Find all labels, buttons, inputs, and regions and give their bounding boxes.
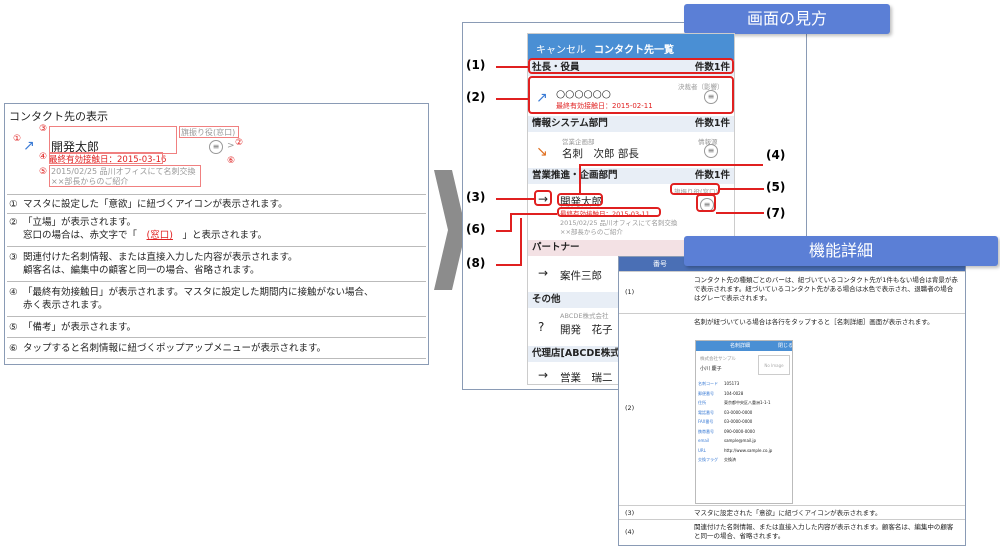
- marker-2: ②: [235, 138, 244, 148]
- desc-row-1: ① マスタに設定した「意欲」に紐づくアイコンが表示されます。: [9, 199, 288, 210]
- label-8: (8): [466, 256, 486, 270]
- note-line-2: ××部長からのご紹介: [51, 177, 129, 186]
- callout-1-box: [528, 58, 734, 74]
- section-bar-sales: 営業推進・企画部門 件数1件: [528, 168, 734, 184]
- section-bar-it: 情報システム部門 件数1件: [528, 116, 734, 132]
- marker-4: ④: [39, 152, 48, 162]
- marker-1: ①: [13, 134, 22, 144]
- table-row: (1) コンタクト先の種類ごとのバーは、紐づいているコンタクト先が1件もない場合…: [619, 271, 965, 313]
- table-row: (2) 名刺が紐づいている場合は各行をタップすると［名刺詳細］画面が表示されます…: [619, 313, 965, 505]
- screen-title: コンタクト先一覧: [594, 45, 674, 56]
- desc-row-4: ④ 「最終有効接触日」が表示されます。マスタに設定した期間内に接触がない場合、 赤く…: [9, 287, 374, 311]
- label-5: (5): [766, 180, 786, 194]
- table-row: (3) マスタに設定された「意欲」に紐づくアイコンが表示されます。: [619, 505, 965, 519]
- desc-row-6: ⑥ タップすると名刺情報に紐づくポップアップメニューが表示されます。: [9, 343, 327, 354]
- menu-icon[interactable]: ≡: [209, 140, 223, 154]
- cancel-button[interactable]: キャンセル: [536, 41, 586, 56]
- marker-5: ⑤: [39, 167, 48, 177]
- question-icon: ?: [538, 320, 545, 334]
- label-7: (7): [766, 206, 786, 220]
- label-6: (6): [466, 222, 486, 236]
- callout-2-box: [528, 76, 734, 114]
- phone-topbar: キャンセル コンタクト先一覧: [528, 34, 734, 60]
- menu-icon[interactable]: ≡: [704, 144, 718, 158]
- contact-display-panel: コンタクト先の表示 ① ↗ ③ 開発太郎 旗振り役(窓口) ④ 最終有効接触日：…: [4, 103, 429, 365]
- screen-view-header: 画面の見方: [684, 4, 890, 34]
- label-2: (2): [466, 90, 486, 104]
- table-row: (4) 関連付けた名刺情報、または直接入力した内容が表示されます。顧客名は、編集…: [619, 519, 965, 545]
- panel-title: コンタクト先の表示: [9, 110, 108, 123]
- feature-detail-header: 機能詳細: [684, 236, 998, 266]
- chevron-right-icon[interactable]: >: [227, 141, 235, 151]
- marker-6: ⑥: [227, 156, 236, 166]
- callout-6-box: [557, 207, 661, 217]
- arrow-right-icon: →: [538, 368, 549, 382]
- marker-3: ③: [39, 124, 48, 134]
- desc-row-2: ② 「立場」が表示されます。 窓口の場合は、赤文字で「 (窓口) 」と表示されます。: [9, 217, 267, 241]
- arrow-down-right-icon: ↘: [536, 144, 548, 160]
- callout-3-box: [534, 190, 552, 206]
- list-item[interactable]: ↘ 営業企画部 名刺 次郎 部長 情報源 ≡: [528, 134, 734, 168]
- callout-4-box: [557, 193, 603, 206]
- feature-detail-panel: 番号 (1) コンタクト先の種類ごとのバーは、紐づいているコンタクト先が1件もな…: [618, 256, 966, 546]
- business-card-preview: 名刺詳細 閉じる 株式会社サンプル 小川 慶子 No Image 名刺コード 郵便…: [695, 340, 793, 504]
- date-highlight: [49, 152, 163, 164]
- label-4: (4): [766, 148, 786, 162]
- arrow-up-right-icon: ↗: [23, 138, 35, 154]
- callout-7-box: [696, 194, 716, 212]
- arrow-right-icon: →: [538, 266, 549, 280]
- desc-row-3: ③ 関連付けた名刺情報、または直接入力した内容が表示されます。 顧客名は、編集中の顧…: [9, 252, 298, 276]
- desc-row-5: ⑤ 「備考」が表示されます。: [9, 322, 137, 333]
- label-3: (3): [466, 190, 486, 204]
- label-1: (1): [466, 58, 486, 72]
- position-text: 旗振り役(窓口): [181, 128, 236, 137]
